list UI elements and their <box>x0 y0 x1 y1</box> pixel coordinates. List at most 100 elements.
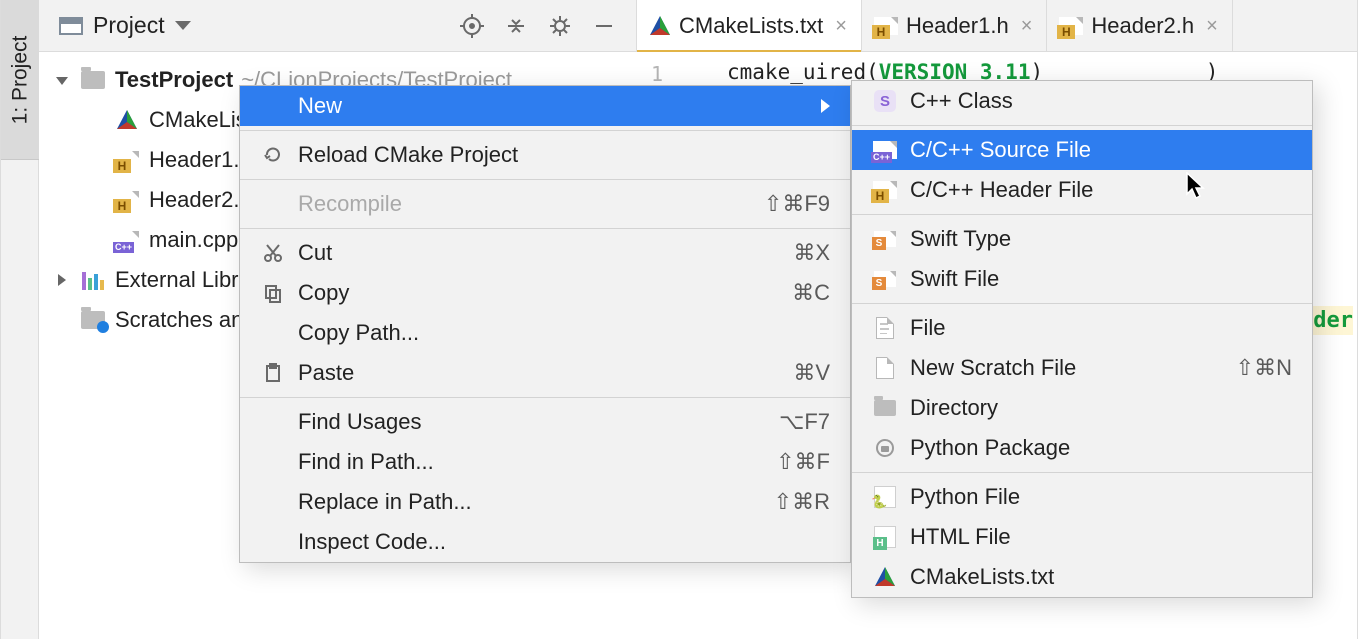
cmake-icon <box>874 566 896 588</box>
hide-icon[interactable] <box>592 14 616 38</box>
header-file-icon <box>115 151 139 169</box>
submenu-arrow-icon <box>821 99 830 113</box>
ide-window: 1: Project Project CMakeLists.txt × <box>0 0 1358 639</box>
project-icon <box>59 17 83 35</box>
copy-icon <box>263 283 283 303</box>
cpp-file-icon <box>115 231 139 249</box>
expand-toggle-icon[interactable] <box>53 71 71 89</box>
menu-item-find-in-path[interactable]: Find in Path... ⇧⌘F <box>240 442 850 482</box>
menu-item-new[interactable]: New <box>240 86 850 126</box>
submenu-item-directory[interactable]: Directory <box>852 388 1312 428</box>
tab-header2[interactable]: Header2.h × <box>1047 0 1232 51</box>
menu-item-label: File <box>910 315 945 341</box>
file-icon <box>876 317 894 339</box>
expand-toggle-icon[interactable] <box>53 271 71 289</box>
menu-item-label: Cut <box>298 240 332 266</box>
project-toolbar-actions <box>460 14 636 38</box>
project-view-selector[interactable]: Project <box>59 12 191 39</box>
tree-item-label: main.cpp <box>149 227 238 253</box>
submenu-item-html-file[interactable]: HTML File <box>852 517 1312 557</box>
menu-item-replace-in-path[interactable]: Replace in Path... ⇧⌘R <box>240 482 850 522</box>
tool-window-tab-project[interactable]: 1: Project <box>1 0 39 160</box>
menu-item-label: Find in Path... <box>298 449 434 475</box>
submenu-item-swift-file[interactable]: Swift File <box>852 259 1312 299</box>
submenu-item-py-package[interactable]: Python Package <box>852 428 1312 468</box>
menu-item-recompile: Recompile ⇧⌘F9 <box>240 184 850 224</box>
close-icon[interactable]: × <box>1017 16 1033 36</box>
context-menu[interactable]: New Reload CMake Project Recompile ⇧⌘F9 … <box>239 85 851 563</box>
swift-icon <box>874 271 896 287</box>
submenu-item-scratch[interactable]: New Scratch File ⇧⌘N <box>852 348 1312 388</box>
tree-item-label: Header1.h <box>149 147 252 173</box>
menu-item-label: New <box>298 93 342 119</box>
submenu-item-py-file[interactable]: Python File <box>852 477 1312 517</box>
menu-item-label: Inspect Code... <box>298 529 446 555</box>
locate-icon[interactable] <box>460 14 484 38</box>
submenu-item-swift-type[interactable]: Swift Type <box>852 219 1312 259</box>
submenu-item-cpp-class[interactable]: S C++ Class <box>852 81 1312 121</box>
project-toolbar: Project <box>39 0 637 51</box>
html-icon <box>874 526 896 548</box>
menu-item-label: Directory <box>910 395 998 421</box>
folder-icon <box>874 400 896 416</box>
menu-item-shortcut: ⇧⌘F9 <box>764 191 830 217</box>
scratch-file-icon <box>876 357 894 379</box>
menu-item-label: CMakeLists.txt <box>910 564 1054 590</box>
menu-item-label: C/C++ Header File <box>910 177 1093 203</box>
header-file-icon <box>874 17 898 35</box>
tree-item-label: Header2.h <box>149 187 252 213</box>
tool-window-tab-label: 1: Project <box>8 35 32 124</box>
menu-item-label: Copy <box>298 280 349 306</box>
gear-icon[interactable] <box>548 14 572 38</box>
cut-icon <box>263 243 283 263</box>
menu-item-label: Replace in Path... <box>298 489 472 515</box>
scratches-icon <box>81 311 105 329</box>
close-icon[interactable]: × <box>831 16 847 36</box>
tab-label: Header2.h <box>1091 13 1194 39</box>
menu-item-label: HTML File <box>910 524 1011 550</box>
new-submenu[interactable]: S C++ Class C/C++ Source File C/C++ Head… <box>851 80 1313 598</box>
tab-cmakelists[interactable]: CMakeLists.txt × <box>637 0 862 51</box>
tree-root-name: TestProject <box>115 67 233 93</box>
menu-item-label: C++ Class <box>910 88 1013 114</box>
python-icon <box>874 486 896 508</box>
menu-item-label: New Scratch File <box>910 355 1076 381</box>
package-icon <box>876 439 894 457</box>
menu-item-label: Python File <box>910 484 1020 510</box>
folder-icon <box>81 71 105 89</box>
menu-item-cut[interactable]: Cut ⌘X <box>240 233 850 273</box>
menu-item-copy[interactable]: Copy ⌘C <box>240 273 850 313</box>
gutter-line-number: 1 <box>651 62 663 86</box>
tab-header1[interactable]: Header1.h × <box>862 0 1047 51</box>
menu-item-label: Reload CMake Project <box>298 142 518 168</box>
menu-item-shortcut: ⌥F7 <box>779 409 830 435</box>
header-file-icon <box>873 181 897 199</box>
left-tool-strip: 1: Project <box>1 0 39 639</box>
menu-item-label: Paste <box>298 360 354 386</box>
menu-item-label: Swift Type <box>910 226 1011 252</box>
menu-item-shortcut: ⌘C <box>792 280 830 306</box>
cpp-file-icon <box>873 141 897 159</box>
submenu-item-c-header[interactable]: C/C++ Header File <box>852 170 1312 210</box>
reload-icon <box>263 145 283 165</box>
menu-item-find-usages[interactable]: Find Usages ⌥F7 <box>240 402 850 442</box>
close-icon[interactable]: × <box>1202 16 1218 36</box>
menu-item-shortcut: ⌘V <box>793 360 830 386</box>
menu-item-copy-path[interactable]: Copy Path... <box>240 313 850 353</box>
editor-tabs: CMakeLists.txt × Header1.h × Header2.h × <box>637 0 1357 51</box>
menu-item-reload-cmake[interactable]: Reload CMake Project <box>240 135 850 175</box>
menu-item-label: Copy Path... <box>298 320 419 346</box>
submenu-item-c-source[interactable]: C/C++ Source File <box>852 130 1312 170</box>
menu-item-paste[interactable]: Paste ⌘V <box>240 353 850 393</box>
submenu-item-cmakelists[interactable]: CMakeLists.txt <box>852 557 1312 597</box>
submenu-item-file[interactable]: File <box>852 308 1312 348</box>
menu-item-shortcut: ⇧⌘F <box>776 449 830 475</box>
menu-item-shortcut: ⌘X <box>793 240 830 266</box>
chevron-down-icon <box>175 21 191 30</box>
collapse-all-icon[interactable] <box>504 14 528 38</box>
header-file-icon <box>1059 17 1083 35</box>
menu-item-label: Find Usages <box>298 409 422 435</box>
menu-item-label: C/C++ Source File <box>910 137 1091 163</box>
menu-item-inspect-code[interactable]: Inspect Code... <box>240 522 850 562</box>
class-icon: S <box>874 90 896 112</box>
